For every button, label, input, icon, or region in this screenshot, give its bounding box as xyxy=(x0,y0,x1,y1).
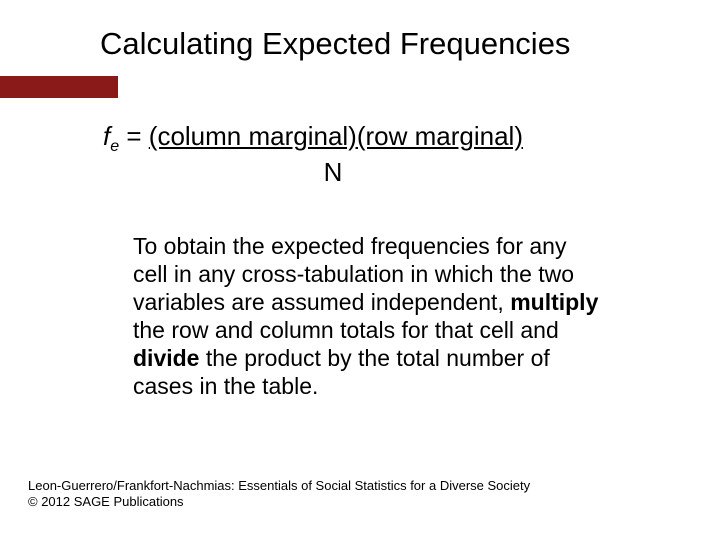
explanatory-paragraph: To obtain the expected frequencies for a… xyxy=(133,232,603,400)
formula-equals: = xyxy=(119,121,149,151)
footer-line1: Leon-Guerrero/Frankfort-Nachmias: Essent… xyxy=(28,478,530,494)
footer-line2: © 2012 SAGE Publications xyxy=(28,494,530,510)
paragraph-part1: To obtain the expected frequencies for a… xyxy=(133,233,574,315)
slide: Calculating Expected Frequencies fe = (c… xyxy=(0,0,720,540)
formula-subscript: e xyxy=(110,138,119,155)
paragraph-part2: the row and column totals for that cell … xyxy=(133,317,559,343)
formula-numerator: (column marginal)(row marginal) xyxy=(149,121,523,151)
paragraph-bold-multiply: multiply xyxy=(510,289,598,315)
slide-title: Calculating Expected Frequencies xyxy=(100,26,570,62)
formula-denominator: N xyxy=(143,158,523,187)
expected-frequency-formula: fe = (column marginal)(row marginal) N xyxy=(103,122,523,186)
footer-attribution: Leon-Guerrero/Frankfort-Nachmias: Essent… xyxy=(28,478,530,511)
paragraph-bold-divide: divide xyxy=(133,345,199,371)
accent-bar xyxy=(0,76,118,98)
